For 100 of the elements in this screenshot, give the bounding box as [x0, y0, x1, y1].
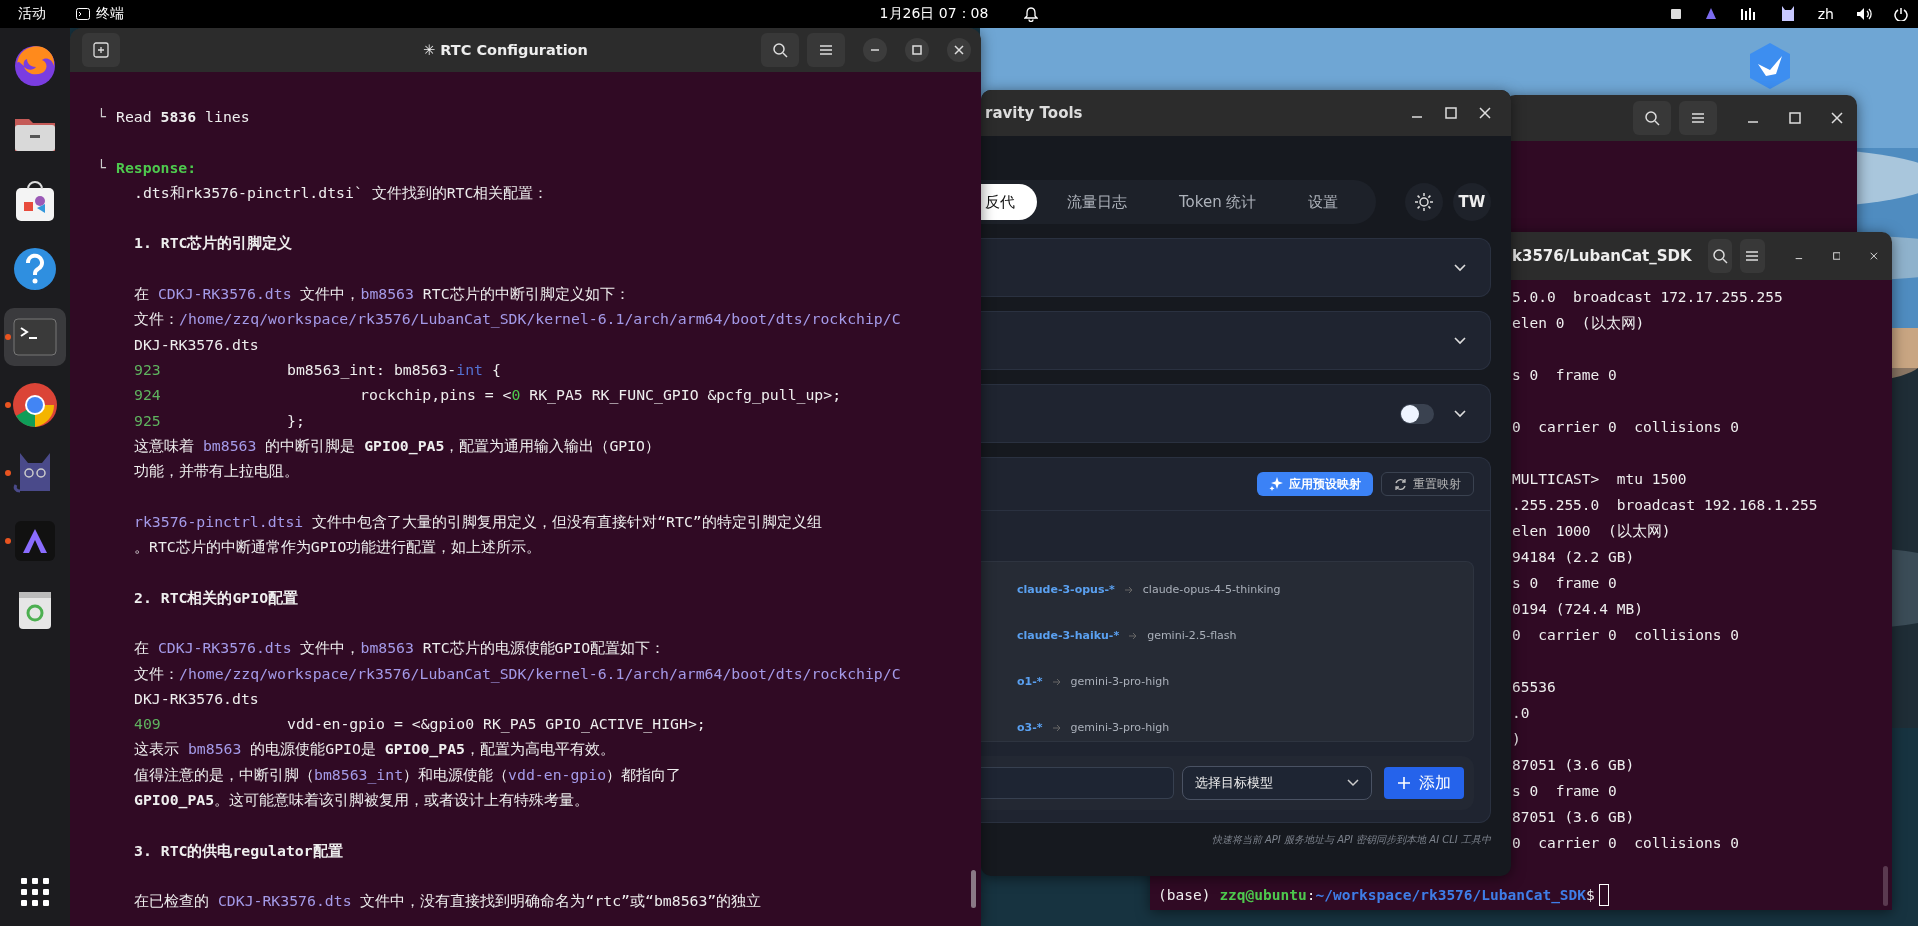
shell-prompt: (base) zzq@ubuntu:~/workspace/rk3576/LubanCat_SDK$: [1158, 886, 1595, 906]
maximize-icon: [912, 45, 922, 55]
language-indicator[interactable]: zh: [1817, 6, 1834, 22]
chrome-icon[interactable]: [12, 382, 58, 428]
terminal-line: .dts和rk3576-pinctrl.dtsi` 文件找到的RTC相关配置：: [134, 182, 549, 203]
reset-button[interactable]: 重置映射: [1381, 472, 1474, 496]
nav-tab[interactable]: Token 统计: [1157, 184, 1279, 220]
chevron-down-icon[interactable]: [1454, 336, 1466, 345]
terminal-line: 94184 (2.2 GB): [1512, 549, 1635, 565]
shopping-bag-icon[interactable]: [15, 180, 55, 222]
terminal-line: GPIO0_PA5。这可能意味着该引脚被复用，或者设计上有特殊考量。: [134, 790, 590, 811]
terminal-line: s 0 frame 0: [1512, 367, 1617, 383]
input-field[interactable]: [981, 767, 1174, 799]
target-model: claude-opus-4-5-thinking: [1142, 583, 1281, 596]
search-icon: [1711, 248, 1728, 264]
terminal-line: MULTICAST> mtu 1500: [1512, 471, 1687, 487]
close-button[interactable]: [947, 38, 971, 62]
terminal-line: 在 CDKJ-RK3576.dts 文件中，bm8563 RTC芯片的中断引脚定义如下：: [134, 284, 630, 305]
user-avatar[interactable]: TW: [1453, 183, 1491, 221]
close-icon: [954, 45, 964, 55]
tray-window-icon[interactable]: [1669, 8, 1682, 20]
nav-tab[interactable]: 流量日志: [1045, 184, 1149, 220]
arrow-right-icon: [1129, 631, 1138, 640]
maximize-button[interactable]: [905, 38, 929, 62]
toggle-switch[interactable]: [1400, 403, 1434, 424]
apply-preset-button[interactable]: 应用预设映射: [1257, 472, 1373, 496]
terminal-line: Response:: [116, 157, 197, 178]
code-line: rockchip,pins = <0 RK_PA5 RK_FUNC_GPIO &pcfg_pull_up>;: [360, 385, 842, 406]
code-line: bm8563_int: bm8563-int {: [287, 359, 501, 381]
tree-branch-glyph: └: [97, 107, 107, 127]
source-model: claude-3-haiku-*: [1017, 629, 1120, 642]
menu-button[interactable]: [1679, 101, 1717, 135]
terminal-line: 值得注意的是，中断引脚（bm8563_int）和电源使能（vdd-en-gpio）都指向了: [134, 764, 682, 786]
maximize-icon[interactable]: [1789, 112, 1801, 124]
app-menu-label[interactable]: 终端: [96, 5, 124, 23]
terminal-line: 这意味着 bm8563 的中断引脚是 GPIO0_PA5，配置为通用输入输出（GPIO）: [134, 435, 661, 457]
terminal-line: s 0 frame 0: [1512, 783, 1617, 799]
window-title: ravity Tools: [985, 104, 1083, 122]
terminal-line: DKJ-RK3576.dts: [134, 688, 259, 709]
tray-app-icon[interactable]: [1703, 7, 1718, 21]
source-model: o1-*: [1017, 675, 1043, 688]
nav-tab[interactable]: 反代: [981, 184, 1037, 220]
menu-button[interactable]: [807, 33, 845, 67]
line-number: 923: [134, 359, 162, 380]
search-button[interactable]: [761, 33, 799, 67]
help-icon[interactable]: [13, 247, 57, 291]
terminal-line: elen 1000 (以太网): [1512, 523, 1671, 539]
add-button[interactable]: 添加: [1384, 767, 1464, 799]
terminal-app-icon[interactable]: [13, 318, 57, 356]
target-model: gemini-2.5-flash: [1147, 629, 1237, 642]
volume-icon[interactable]: [1856, 7, 1872, 21]
chevron-down-icon[interactable]: [1454, 263, 1466, 272]
terminal-line: s 0 frame 0: [1512, 575, 1617, 591]
maximize-icon[interactable]: [1445, 107, 1457, 119]
bars-icon[interactable]: [1739, 7, 1758, 21]
app-grid-icon[interactable]: [21, 878, 49, 906]
theme-button[interactable]: [1405, 183, 1443, 221]
menu-button[interactable]: [1740, 239, 1765, 273]
search-button[interactable]: [1633, 101, 1671, 135]
line-number: 924: [134, 385, 162, 406]
nav-tab[interactable]: 设置: [1286, 184, 1361, 220]
activities-button[interactable]: 活动: [18, 5, 46, 23]
scrollbar[interactable]: [1883, 866, 1888, 906]
close-icon[interactable]: [1870, 250, 1878, 262]
plus-icon: [1397, 776, 1412, 790]
maximize-icon[interactable]: [1832, 250, 1841, 262]
terminal-line: rk3576-pinctrl.dtsi 文件中包含了大量的引脚复用定义，但没有直接针对“RTC”的特定引脚定义组: [134, 511, 822, 532]
terminal-line: 这表示 bm8563 的电源使能GPIO是 GPIO0_PA5，配置为高电平有效。: [134, 739, 615, 760]
search-icon: [772, 42, 788, 58]
arrow-right-icon: [1052, 677, 1061, 686]
dock-item-highlight[interactable]: [4, 308, 66, 366]
chevron-down-icon[interactable]: [1454, 409, 1466, 418]
search-icon: [1644, 110, 1660, 126]
refresh-icon: [1394, 477, 1407, 491]
scrollbar[interactable]: [971, 870, 976, 908]
menu-icon: [1745, 250, 1760, 262]
minimize-button[interactable]: [863, 38, 887, 62]
clock[interactable]: 1月26日 07：08: [879, 5, 989, 23]
new-tab-icon: [93, 42, 109, 58]
new-tab-button[interactable]: [82, 33, 120, 67]
search-button[interactable]: [1707, 239, 1733, 273]
power-icon[interactable]: [1894, 7, 1908, 21]
triangle-logo-icon[interactable]: [15, 521, 55, 561]
close-icon[interactable]: [1831, 112, 1843, 124]
model-select[interactable]: 选择目标模型: [1181, 766, 1373, 800]
hexagon-app-icon[interactable]: [1748, 42, 1792, 90]
terminal-line: 65536: [1512, 679, 1556, 695]
menu-icon: [819, 44, 833, 56]
menu-icon: [1691, 112, 1705, 124]
terminal-icon: [76, 8, 90, 20]
cat-icon[interactable]: [1779, 5, 1796, 23]
arrow-right-icon: [1052, 723, 1061, 732]
terminal-line: 0 carrier 0 collisions 0: [1512, 419, 1739, 435]
footer-note: 快速将当前 API 服务地址与 API 密钥同步到本地 AI CLI 工具中: [1211, 833, 1491, 847]
source-model: o3-*: [1017, 721, 1043, 734]
terminal-line: .0: [1512, 705, 1530, 721]
line-number: 409: [134, 714, 162, 735]
target-model: gemini-3-pro-high: [1070, 675, 1170, 688]
close-icon[interactable]: [1479, 107, 1491, 119]
terminal-line: DKJ-RK3576.dts: [134, 334, 259, 355]
